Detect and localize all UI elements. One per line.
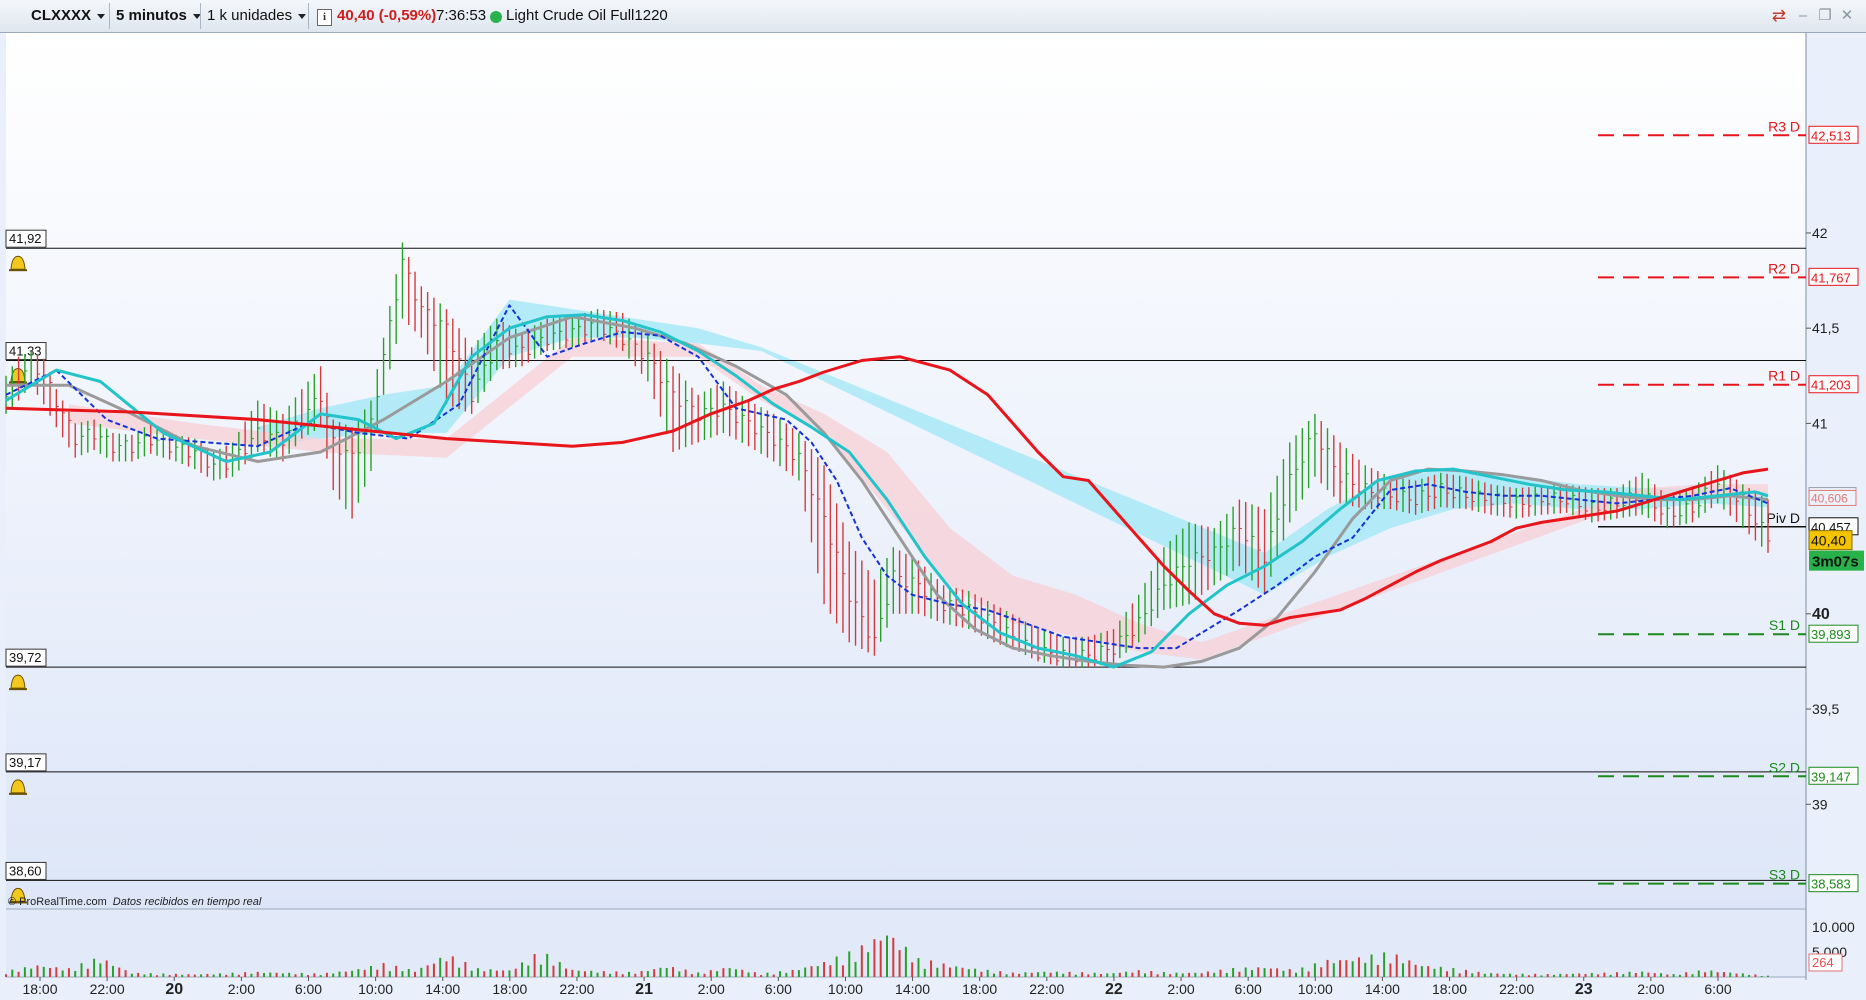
x-tick-label: 22:00 [559,981,594,997]
symbol-selector[interactable]: CLXXXX [31,4,106,28]
symbol-label: CLXXXX [31,7,92,24]
instrument-name: Light Crude Oil Full1220 [506,7,668,24]
x-tick-label: 6:00 [765,981,792,997]
x-tick-label: 18:00 [22,981,57,997]
pivot-name: Piv D [1767,510,1800,526]
timeframe-label: 5 minutos [116,7,187,24]
y-tick-label: 40 [1812,606,1830,623]
price-pane [6,33,1806,909]
x-tick-label: 22:00 [1499,981,1534,997]
bell-icon-base [9,269,27,272]
y-tick-label: 42 [1812,225,1828,241]
restore-icon[interactable]: ❐ [1816,6,1834,26]
pivot-value: 38,583 [1811,877,1851,892]
pivot-name: R1 D [1768,368,1800,384]
pivot-name: S1 D [1769,617,1800,633]
pivot-name: R2 D [1768,260,1800,276]
pivot-value: 42,513 [1811,128,1851,143]
toolbar: CLXXXX 5 minutos 1 k unidades i 40,40 (-… [0,0,1866,33]
pivot-name: S3 D [1769,867,1800,883]
pivot-name: R3 D [1768,118,1800,134]
y-tick-label: 41 [1812,415,1828,431]
alert-label: 39,72 [9,650,42,665]
toolbar-divider [200,3,201,29]
live-status-dot [490,11,502,23]
volume-current: 264 [1812,955,1834,970]
pivot-name: S2 D [1769,759,1800,775]
last-price-label: 40,40 [1811,533,1846,549]
pivot-value: 39,147 [1811,769,1851,784]
x-tick-label: 18:00 [1432,981,1467,997]
x-tick-label: 6:00 [1235,981,1262,997]
copyright-label: © ProRealTime.com [8,896,107,908]
x-tick-label: 14:00 [425,981,460,997]
x-tick-label: 2:00 [1637,981,1664,997]
x-tick-label: 10:00 [358,981,393,997]
x-tick-label: 22:00 [1029,981,1064,997]
units-label: 1 k unidades [207,7,293,24]
realtime-note: Datos recibidos en tiempo real [113,896,262,908]
close-icon[interactable]: ✕ [1838,6,1856,26]
x-tick-label: 22 [1105,981,1123,998]
y-tick-label: 41,5 [1812,320,1839,336]
x-tick-label: 21 [635,981,653,998]
bell-icon-base [9,792,27,795]
alert-label: 39,17 [9,755,42,770]
x-tick-label: 10:00 [1298,981,1333,997]
copyright-text: © ProRealTime.com Datos recibidos en tiem… [8,896,262,908]
pivot-value: 41,767 [1811,270,1851,285]
info-icon[interactable]: i [317,9,332,26]
x-tick-label: 18:00 [492,981,527,997]
x-tick-label: 2:00 [698,981,725,997]
pivot-value: 39,893 [1811,627,1851,642]
y-tick-label: 39 [1812,796,1828,812]
x-tick-label: 10:00 [828,981,863,997]
x-tick-label: 18:00 [962,981,997,997]
toolbar-divider [109,3,110,29]
x-tick-label: 22:00 [90,981,125,997]
x-tick-label: 14:00 [1365,981,1400,997]
x-tick-label: 6:00 [295,981,322,997]
alert-label: 41,92 [9,231,42,246]
x-tick-label: 2:00 [228,981,255,997]
pivot-value: 41,203 [1811,378,1851,393]
alert-label: 38,60 [9,863,42,878]
timeframe-selector[interactable]: 5 minutos [116,4,201,28]
refresh-icon[interactable]: ⇄ [1770,6,1788,26]
x-tick-label: 2:00 [1167,981,1194,997]
price-chart[interactable]: 41,9241,3339,7239,1738,60 R3 D42,513R2 D… [0,33,1866,1000]
quote-clock: 7:36:53 [436,7,487,24]
units-selector[interactable]: 1 k unidades [207,4,307,28]
x-tick-label: 14:00 [895,981,930,997]
volume-axis-label: 10.000 [1812,919,1855,935]
countdown-label: 3m07s [1812,554,1859,571]
x-tick-label: 20 [165,981,183,998]
toolbar-divider [308,3,309,29]
axis-marker-label: 40,606 [1811,491,1848,505]
x-tick-label: 6:00 [1704,981,1731,997]
quote-change: 40,40 (-0,59%) [337,7,437,24]
bell-icon-base [9,688,27,691]
y-tick-label: 39,5 [1812,701,1839,717]
chevron-down-icon [97,13,106,19]
minimize-icon[interactable]: – [1794,6,1812,26]
window-controls: ⇄ – ❐ ✕ [1770,6,1860,26]
x-tick-label: 23 [1575,981,1593,998]
chevron-down-icon [298,13,307,19]
